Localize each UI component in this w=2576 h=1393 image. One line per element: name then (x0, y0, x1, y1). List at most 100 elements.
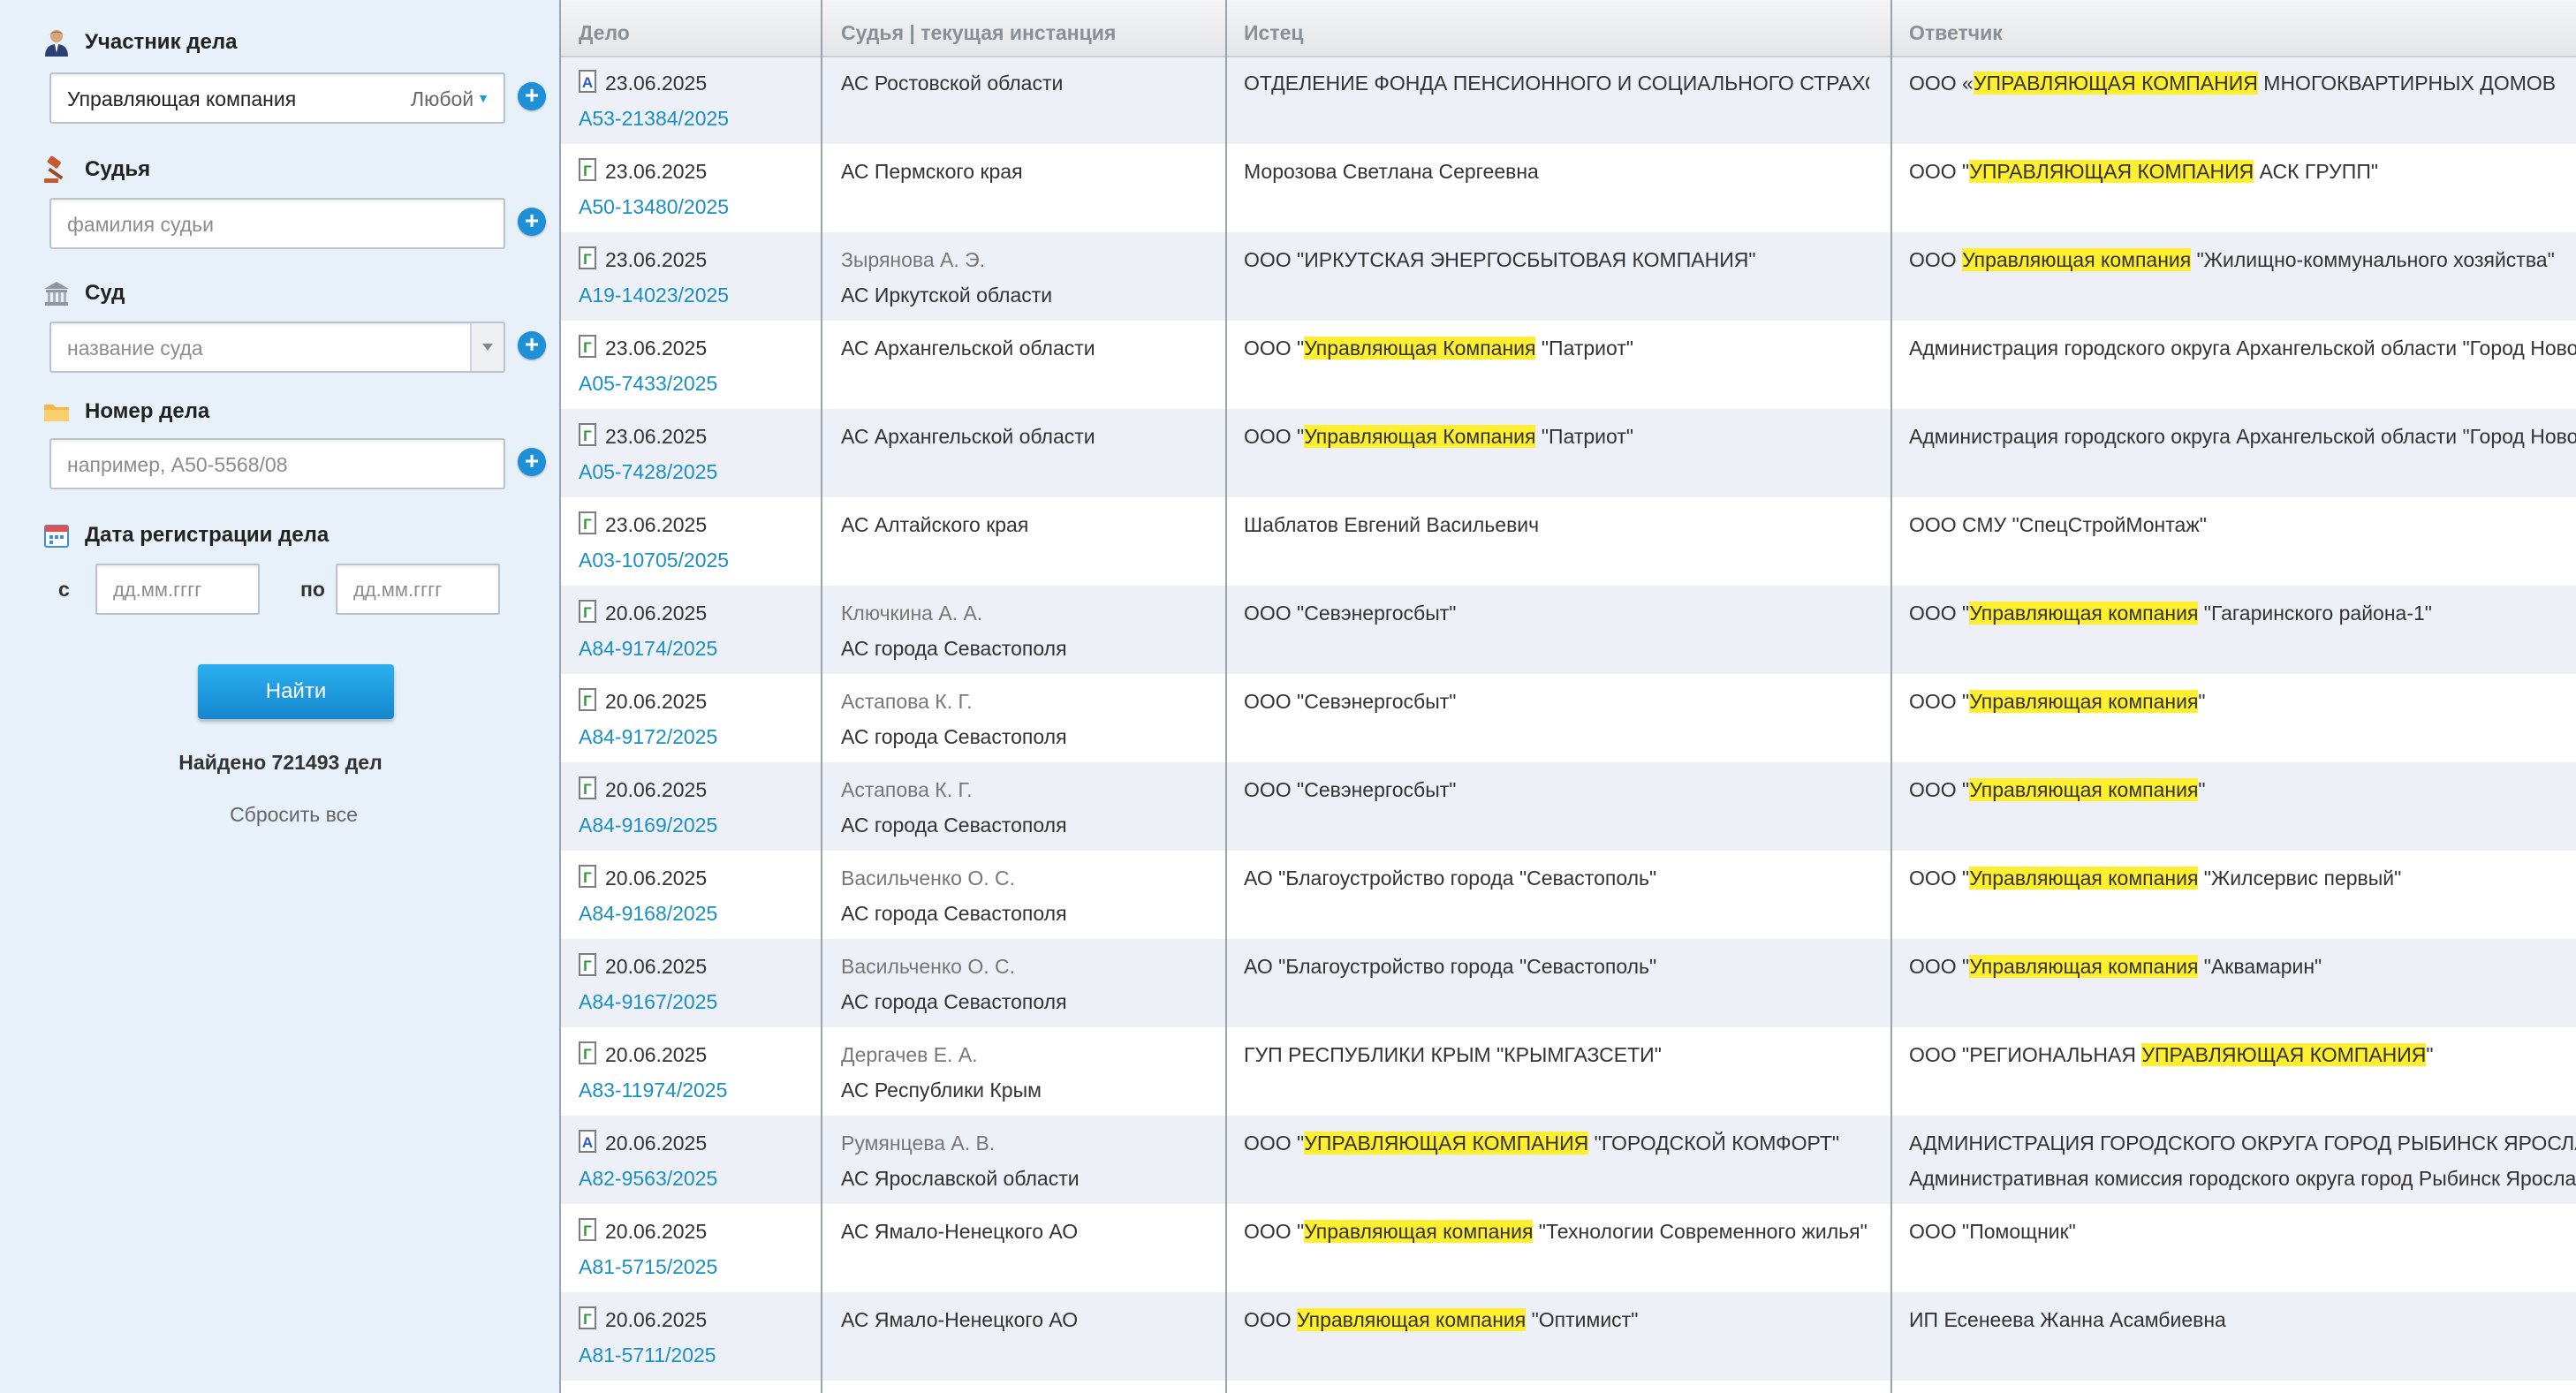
administrative-case-icon: A (579, 1130, 596, 1153)
case-number-link[interactable]: А81-5715/2025 (579, 1255, 717, 1279)
party-text: ООО (1909, 248, 1963, 271)
participant-value[interactable]: Управляющая компания (67, 87, 296, 111)
header-judge-court[interactable]: Судья | текущая инстанция (841, 21, 1116, 45)
administrative-case-icon: A (579, 70, 596, 93)
court-select[interactable]: название суда (49, 322, 505, 373)
case-number-link[interactable]: А19-14023/2025 (579, 284, 729, 307)
results-table: A 23.06.2025 А53-21384/2025 АС Ростовской о… (561, 0, 2576, 1393)
search-highlight: Управляющая Компания (1304, 425, 1536, 448)
table-row[interactable]: Г 20.06.2025 А84-9168/2025 Васильченко О. С… (561, 851, 2576, 939)
table-row[interactable]: Г 20.06.2025 А84-9172/2025 Астапова К. Г. АС… (561, 674, 2576, 762)
case-number-link[interactable]: А05-7433/2025 (579, 372, 717, 396)
case-date: 20.06.2025 (605, 602, 708, 625)
svg-text:Г: Г (583, 693, 592, 709)
case-date: 23.06.2025 (605, 160, 708, 183)
table-row[interactable]: Г 23.06.2025 А05-7433/2025 АС Архангельской… (561, 321, 2576, 409)
court-name: АС Ярославской области (841, 1167, 1080, 1190)
civil-case-icon: Г (579, 335, 596, 358)
party-text: "ГОРОДСКОЙ КОМФОРТ" (1588, 1132, 1840, 1155)
participant-field[interactable]: Управляющая компания Любой ▼ (49, 72, 505, 124)
table-row[interactable]: A 20.06.2025 А82-9563/2025 Румянцева А. В. А… (561, 1116, 2576, 1204)
date-to-input[interactable]: дд.мм.гггг (336, 564, 500, 615)
table-row[interactable]: Г 20.06.2025 А84-9169/2025 Астапова К. Г. АС… (561, 762, 2576, 851)
table-row[interactable]: Г 20.06.2025 А84-9167/2025 Васильченко О. С… (561, 939, 2576, 1027)
table-row[interactable]: Г 23.06.2025 А03-10705/2025 АС Алтайского к… (561, 497, 2576, 586)
case-number-link[interactable]: А82-9563/2025 (579, 1167, 717, 1191)
party-text: Администрация городского округа Архангел… (1909, 425, 2576, 448)
date-from-input[interactable]: дд.мм.гггг (95, 564, 260, 615)
add-court-button[interactable]: + (518, 331, 546, 360)
plaintiff-name: ООО "Севэнергосбыт" (1244, 690, 1869, 714)
participant-role-label: Любой (410, 87, 474, 110)
table-row[interactable]: Г 23.06.2025 А50-13480/2025 АС Пермского кр… (561, 144, 2576, 232)
table-row[interactable]: A 23.06.2025 А53-21384/2025 АС Ростовской о… (561, 56, 2576, 144)
party-text: ООО " (1909, 602, 1970, 625)
party-text: ИП Есенеева Жанна Асамбиевна (1909, 1308, 2226, 1331)
add-participant-button[interactable]: + (518, 82, 546, 110)
case-number-link[interactable]: А84-9168/2025 (579, 902, 717, 926)
table-row[interactable]: Г 23.06.2025 А19-14023/2025 Зырянова А. Э. А… (561, 232, 2576, 321)
table-row[interactable]: Г 20.06.2025 А81-5715/2025 АС Ямало-Ненецко… (561, 1204, 2576, 1292)
search-highlight: Управляющая компания (1969, 955, 2199, 978)
case-date: 20.06.2025 (605, 955, 708, 978)
add-judge-button[interactable]: + (518, 208, 546, 236)
search-highlight: УПРАВЛЯЮЩАЯ КОМПАНИЯ (2141, 1043, 2427, 1066)
court-name: АС Алтайского края (841, 513, 1029, 536)
party-text: " (2426, 1043, 2434, 1066)
court-name: АС города Севастополя (841, 637, 1067, 660)
party-text: АО "Благоустройство города "Севастополь" (1244, 955, 1657, 978)
reset-all-link[interactable]: Сбросить все (0, 803, 587, 827)
case-number-link[interactable]: А84-9167/2025 (579, 990, 717, 1014)
civil-case-icon: Г (579, 953, 596, 976)
column-divider (1890, 0, 1892, 1393)
table-header: Дело Судья | текущая инстанция Истец Отв… (561, 0, 2576, 57)
table-row[interactable]: Г 20.06.2025 А84-9174/2025 Ключкина А. А. АС… (561, 586, 2576, 674)
table-row[interactable]: Г 23.06.2025 А05-7428/2025 АС Архангельской… (561, 409, 2576, 497)
search-highlight: Управляющая компания (1304, 1220, 1534, 1243)
header-plaintiff[interactable]: Истец (1244, 21, 1304, 45)
civil-case-icon: Г (579, 1306, 596, 1329)
case-number-link[interactable]: А84-9174/2025 (579, 637, 717, 661)
svg-text:Г: Г (583, 1046, 592, 1063)
find-button[interactable]: Найти (198, 664, 394, 719)
plaintiff-name: ООО "ИРКУТСКАЯ ЭНЕРГОСБЫТОВАЯ КОМПАНИЯ" (1244, 248, 1869, 272)
case-number-input[interactable]: например, А50-5568/08 (49, 438, 505, 489)
party-text: " (2198, 778, 2206, 801)
defendant-name: ООО Управляющая компания "Жилищно-коммун… (1909, 248, 2576, 272)
header-case[interactable]: Дело (579, 21, 630, 45)
folder-icon (44, 405, 69, 421)
case-number-link[interactable]: А81-5711/2025 (579, 1344, 716, 1367)
table-row[interactable]: Г 20.06.2025 А81-5711/2025 АС Ямало-Ненецко… (561, 1292, 2576, 1381)
case-date: 23.06.2025 (605, 72, 708, 95)
case-number-link[interactable]: А84-9169/2025 (579, 814, 717, 837)
court-dropdown-button[interactable] (470, 323, 504, 371)
svg-text:Г: Г (583, 958, 592, 974)
defendant-name: АДМИНИСТРАЦИЯ ГОРОДСКОГО ОКРУГА ГОРОД РЫ… (1909, 1132, 2576, 1155)
date-to-label: по (300, 578, 325, 601)
participant-role-select[interactable]: Любой ▼ (411, 87, 489, 111)
civil-case-icon: Г (579, 423, 596, 446)
case-number-link[interactable]: А53-21384/2025 (579, 107, 729, 131)
case-number-link[interactable]: А50-13480/2025 (579, 195, 729, 219)
court-name: АС Иркутской области (841, 284, 1053, 307)
judge-name: Дергачев Е. А. (841, 1043, 978, 1066)
case-number-link[interactable]: А05-7428/2025 (579, 460, 717, 484)
table-row[interactable]: Г 20.06.2025 А83-11974/2025 Дергачев Е. А. А… (561, 1027, 2576, 1116)
court-name: АС города Севастополя (841, 902, 1067, 925)
party-text: ООО " (1909, 867, 1970, 890)
defendant-name: ООО "Помощник" (1909, 1220, 2576, 1244)
judge-name: Васильченко О. С. (841, 867, 1015, 890)
add-case-number-button[interactable]: + (518, 448, 546, 476)
court-placeholder: название суда (67, 337, 203, 360)
case-number-link[interactable]: А03-10705/2025 (579, 549, 729, 572)
plaintiff-name: ГУП РЕСПУБЛИКИ КРЫМ "КРЫМГАЗСЕТИ" (1244, 1043, 1869, 1067)
case-number-link[interactable]: А84-9172/2025 (579, 725, 717, 749)
case-number-link[interactable]: А83-11974/2025 (579, 1079, 727, 1102)
judge-input[interactable]: фамилия судьи (49, 198, 505, 249)
search-highlight: Управляющая Компания (1304, 337, 1536, 360)
case-date: 20.06.2025 (605, 1132, 708, 1155)
party-text: "Жилсервис первый" (2198, 867, 2402, 890)
header-defendant[interactable]: Ответчик (1909, 21, 2003, 45)
svg-text:Г: Г (583, 1223, 592, 1239)
party-text: ООО " (1909, 778, 1970, 801)
